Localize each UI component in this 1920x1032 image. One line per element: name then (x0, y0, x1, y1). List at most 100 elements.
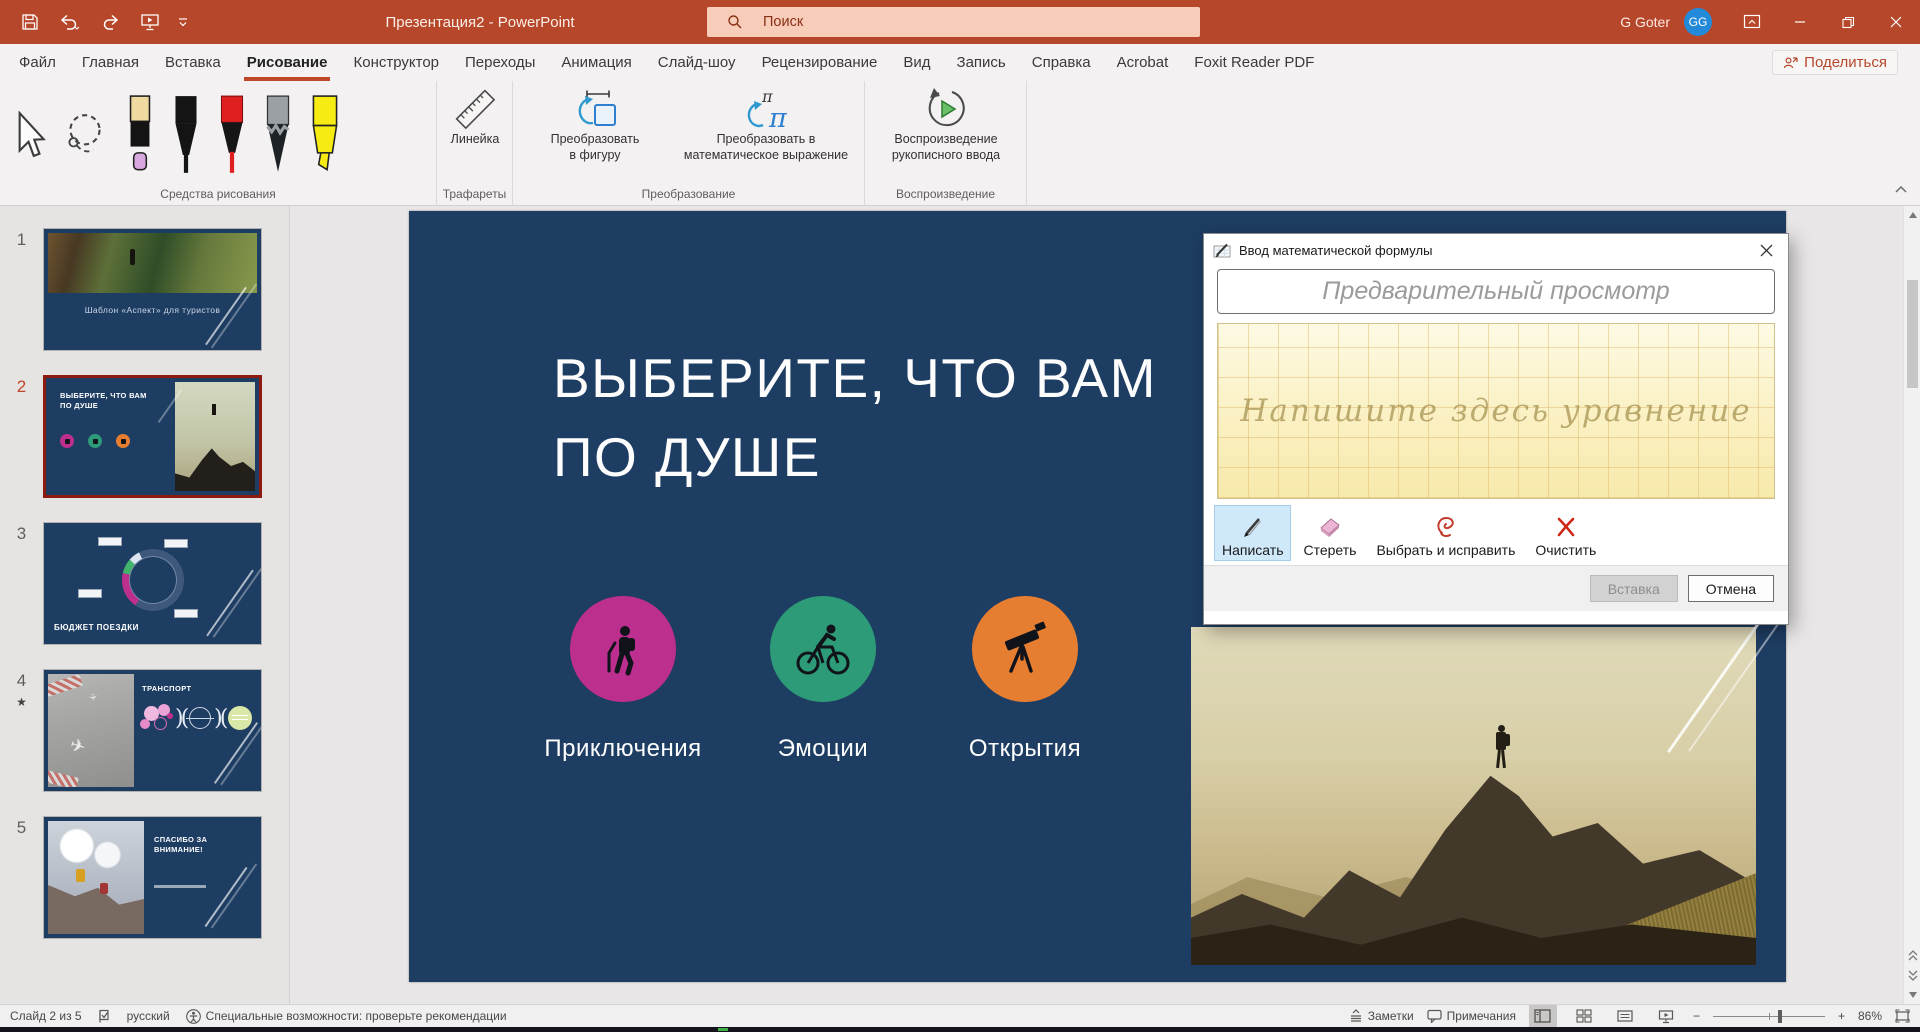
fit-to-window-button[interactable] (1895, 1009, 1910, 1023)
zoom-slider-handle[interactable] (1778, 1010, 1782, 1023)
tab-record[interactable]: Запись (944, 44, 1019, 81)
comments-button[interactable]: Примечания (1427, 1009, 1516, 1023)
zoom-slider[interactable] (1713, 1006, 1825, 1026)
customize-qat-button[interactable] (170, 0, 196, 44)
dialog-close-button[interactable] (1744, 234, 1788, 267)
scrollbar-thumb[interactable] (1907, 280, 1918, 388)
zoom-level[interactable]: 86% (1858, 1009, 1882, 1023)
tab-transitions[interactable]: Переходы (452, 44, 548, 81)
user-name[interactable]: G Goter (1620, 14, 1670, 30)
search-input[interactable]: Поиск (707, 7, 1200, 37)
normal-view-button[interactable] (1529, 1005, 1557, 1027)
discoveries-label[interactable]: Открытия (915, 735, 1135, 763)
notes-button[interactable]: Заметки (1349, 1009, 1414, 1023)
slide-title[interactable]: ВЫБЕРИТЕ, ЧТО ВАМ ПО ДУШЕ (553, 339, 1157, 497)
status-bar: Слайд 2 из 5 русский Специальные возможн… (0, 1004, 1920, 1027)
ribbon-display-options-button[interactable] (1728, 0, 1776, 44)
slide-thumb-1[interactable]: Шаблон «Аспект» для туристов (43, 228, 262, 351)
tab-help[interactable]: Справка (1019, 44, 1104, 81)
slideshow-view-button[interactable] (1652, 1005, 1680, 1027)
tab-insert[interactable]: Вставка (152, 44, 234, 81)
select-cursor-tool[interactable] (10, 111, 46, 159)
red-pen-tool[interactable] (216, 94, 248, 176)
scroll-down-button[interactable] (1904, 986, 1920, 1004)
tab-review[interactable]: Рецензирование (749, 44, 891, 81)
tab-design[interactable]: Конструктор (340, 44, 452, 81)
convert-to-shape-button[interactable]: Преобразоватьв фигуру (521, 87, 669, 163)
slide-thumb-3[interactable]: БЮДЖЕТ ПОЕЗДКИ (43, 522, 262, 645)
minimize-button[interactable] (1776, 0, 1824, 44)
dialog-header[interactable]: Ввод математической формулы (1204, 234, 1788, 267)
slide-thumb-4[interactable]: ✈ ✈ ТРАНСПОРТ )( ) (43, 669, 262, 792)
emotions-label[interactable]: Эмоции (713, 735, 933, 763)
lasso-select-tool[interactable] (60, 111, 110, 159)
share-button[interactable]: Поделиться (1772, 50, 1898, 75)
double-chevron-down-icon (1908, 970, 1918, 981)
slide-photo[interactable] (1191, 627, 1756, 965)
tab-draw[interactable]: Рисование (234, 44, 341, 81)
slide-sorter-view-button[interactable] (1570, 1005, 1598, 1027)
collapse-ribbon-button[interactable] (1894, 181, 1908, 199)
restore-button[interactable] (1824, 0, 1872, 44)
undo-button[interactable] (50, 0, 90, 44)
redo-button[interactable] (90, 0, 130, 44)
tab-slideshow[interactable]: Слайд-шоу (645, 44, 749, 81)
cancel-button[interactable]: Отмена (1688, 575, 1774, 602)
insert-button[interactable]: Вставка (1590, 575, 1678, 602)
taskbar-edge (0, 1027, 1920, 1032)
accessibility-checker[interactable]: Специальные возможности: проверьте реком… (186, 1009, 507, 1024)
save-button[interactable] (10, 0, 50, 44)
close-icon (1760, 244, 1773, 257)
tab-animations[interactable]: Анимация (548, 44, 644, 81)
thumb5-title: СПАСИБО ЗАВНИМАНИЕ! (154, 835, 207, 855)
convert-to-math-button[interactable]: ππ Преобразовать вматематическое выражен… (673, 87, 859, 163)
emotions-circle[interactable] (770, 596, 876, 702)
ribbon-group-stencils: Линейка Трафареты (437, 81, 513, 206)
gray-pencil-tool[interactable] (262, 94, 294, 176)
erase-tool-button[interactable]: Стереть (1296, 506, 1363, 560)
reading-view-button[interactable] (1611, 1005, 1639, 1027)
ruler-label: Линейка (451, 131, 500, 147)
start-slideshow-button[interactable] (130, 0, 170, 44)
black-pen-tool[interactable] (170, 94, 202, 176)
tab-file[interactable]: Файл (6, 44, 69, 81)
clear-tool-button[interactable]: Очистить (1528, 506, 1603, 560)
write-tool-button[interactable]: Написать (1215, 506, 1290, 560)
formula-preview-box: Предварительный просмотр (1217, 269, 1775, 314)
zoom-out-button[interactable]: − (1693, 1009, 1700, 1023)
slide-thumb-5[interactable]: СПАСИБО ЗАВНИМАНИЕ! (43, 816, 262, 939)
zoom-in-button[interactable]: + (1838, 1009, 1845, 1023)
slide-counter[interactable]: Слайд 2 из 5 (10, 1009, 82, 1023)
convert-to-shape-icon (571, 87, 619, 131)
language-indicator[interactable]: русский (127, 1009, 170, 1023)
avatar[interactable]: GG (1684, 8, 1712, 36)
next-slide-button[interactable] (1904, 966, 1920, 984)
scroll-up-button[interactable] (1904, 206, 1920, 224)
ink-writing-area[interactable]: Напишите здесь уравнение (1217, 323, 1775, 499)
close-button[interactable] (1872, 0, 1920, 44)
adventure-circle[interactable] (570, 596, 676, 702)
drawing-tools (10, 89, 430, 181)
spell-check-button[interactable] (98, 1009, 111, 1024)
photo-person-silhouette (1493, 725, 1509, 773)
adventure-label[interactable]: Приключения (513, 735, 733, 763)
vertical-scrollbar[interactable] (1903, 206, 1920, 1004)
ruler-button[interactable]: Линейка (445, 87, 505, 147)
thumb4-title: ТРАНСПОРТ (142, 684, 191, 693)
ink-placeholder: Напишите здесь уравнение (1240, 393, 1751, 429)
tab-foxit[interactable]: Foxit Reader PDF (1181, 44, 1327, 81)
slide-thumb-2-selected[interactable]: ВЫБЕРИТЕ, ЧТО ВАМПО ДУШЕ Приключения Эмо… (43, 375, 262, 498)
eraser-pen-tool[interactable] (124, 94, 156, 176)
ribbon-tab-bar: Файл Главная Вставка Рисование Конструкт… (0, 44, 1920, 81)
tab-acrobat[interactable]: Acrobat (1104, 44, 1182, 81)
titlebar-right: G Goter GG (1620, 0, 1920, 44)
yellow-highlighter-tool[interactable] (308, 94, 342, 176)
share-label: Поделиться (1804, 54, 1887, 71)
previous-slide-button[interactable] (1904, 946, 1920, 964)
tab-view[interactable]: Вид (890, 44, 943, 81)
search-placeholder: Поиск (763, 14, 803, 30)
select-and-correct-tool-button[interactable]: Выбрать и исправить (1369, 506, 1522, 560)
ink-replay-button[interactable]: Воспроизведениерукописного ввода (873, 87, 1019, 163)
discoveries-circle[interactable] (972, 596, 1078, 702)
tab-home[interactable]: Главная (69, 44, 152, 81)
